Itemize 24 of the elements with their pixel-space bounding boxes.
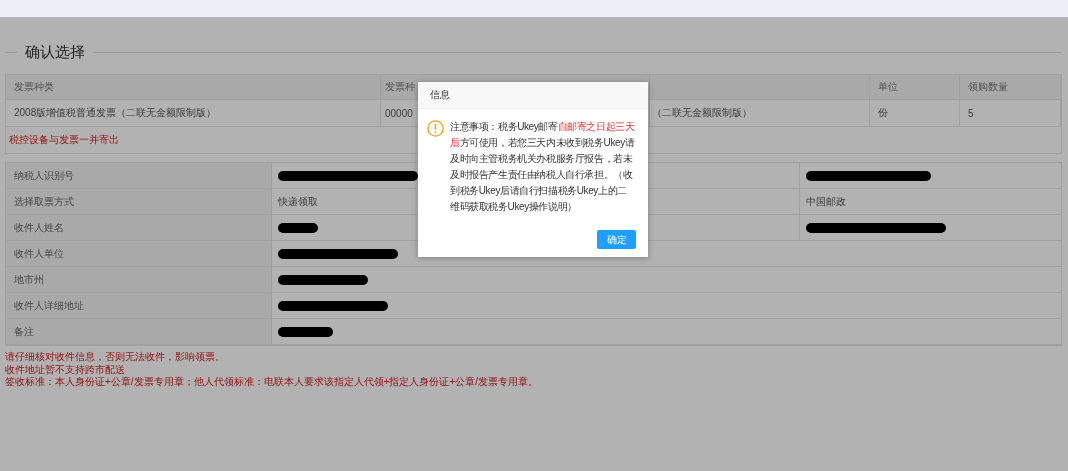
- redaction-mark: [278, 326, 333, 337]
- field-label: 选择取票方式: [6, 189, 271, 215]
- table-cell: 2008版增值税普通发票（二联无金额限制版）: [6, 99, 381, 126]
- table-cell: 5: [960, 99, 1061, 126]
- field-label: 收件人详细地址: [6, 293, 271, 319]
- field-value: 中国邮政: [799, 189, 1061, 215]
- section-title: 确认选择: [25, 43, 85, 62]
- warning-note: 签收标准：本人身份证+公章/发票专用章；他人代领标准：电联本人要求该指定人代领+指定人身份证+公章/发票专用章。: [5, 376, 540, 389]
- column-header: 领购数量: [960, 75, 1061, 99]
- warning-icon: [427, 120, 444, 137]
- field-label: 纳税人识别号: [6, 163, 271, 189]
- column-header: 单位: [870, 75, 960, 99]
- warning-note: 请仔细核对收件信息，否则无法收件，影响领票。: [5, 351, 226, 364]
- field-label: 地市州: [6, 267, 271, 293]
- confirm-button[interactable]: 确定: [597, 230, 636, 249]
- field-label: 收件人姓名: [6, 215, 271, 241]
- warning-note: 收件地址暂不支持跨市配送: [5, 363, 126, 376]
- field-label: 备注: [6, 319, 271, 345]
- field-label: 收件人单位: [6, 241, 271, 267]
- table-cell: （二联无金额限制版）: [650, 99, 870, 126]
- redaction-mark: [278, 222, 318, 233]
- dialog-title: 信息: [418, 82, 648, 109]
- table-cell: 份: [870, 99, 960, 126]
- column-header: 发票种类: [6, 75, 381, 99]
